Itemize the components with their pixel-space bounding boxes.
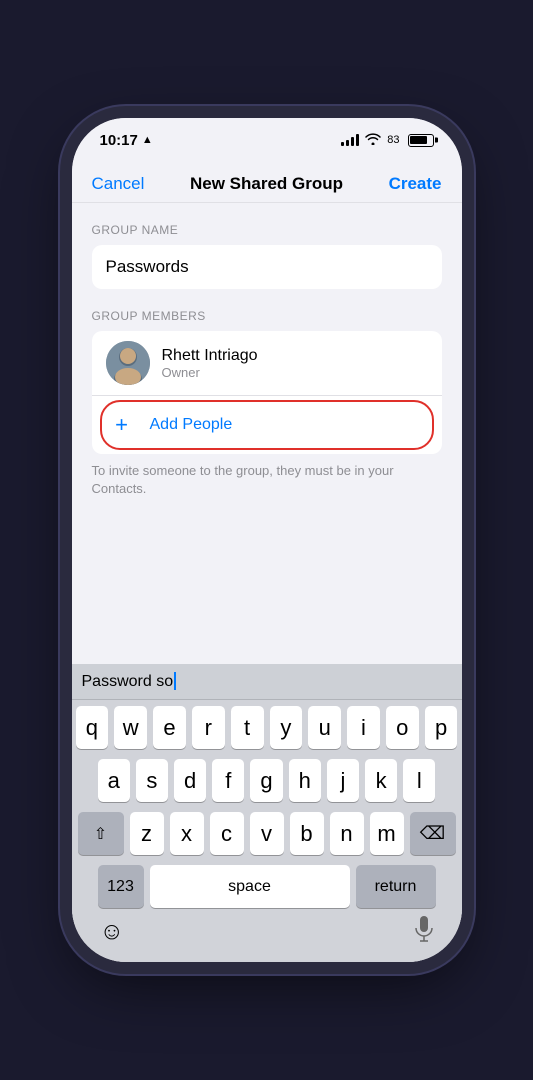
return-button[interactable]: return [356, 865, 436, 908]
phone-frame: 10:17 ▲ 83 Cancel [72, 118, 462, 962]
key-l[interactable]: l [403, 759, 435, 802]
key-d[interactable]: d [174, 759, 206, 802]
key-a[interactable]: a [98, 759, 130, 802]
status-bar: 10:17 ▲ 83 [72, 118, 462, 162]
key-n[interactable]: n [330, 812, 364, 855]
location-arrow-icon: ▲ [142, 134, 153, 146]
add-icon: + [106, 409, 138, 441]
keyboard: Password so q w e r t y u i o p a s [72, 664, 462, 962]
suggestion-value: Password so [82, 673, 174, 690]
plus-icon: + [115, 414, 128, 436]
key-p[interactable]: p [425, 706, 458, 749]
group-name-section: GROUP NAME Passwords [72, 203, 462, 289]
member-row: Rhett Intriago Owner [92, 331, 442, 396]
key-c[interactable]: c [210, 812, 244, 855]
hint-text: To invite someone to the group, they mus… [72, 454, 462, 498]
group-members-label: GROUP MEMBERS [92, 309, 442, 323]
battery-percent: 83 [387, 134, 399, 146]
emoji-button[interactable]: ☺ [100, 918, 125, 946]
page-title: New Shared Group [190, 174, 343, 194]
member-name: Rhett Intriago [162, 347, 258, 365]
member-info: Rhett Intriago Owner [162, 347, 258, 380]
key-b[interactable]: b [290, 812, 324, 855]
time-display: 10:17 [100, 132, 138, 149]
numeric-button[interactable]: 123 [98, 865, 144, 908]
key-j[interactable]: j [327, 759, 359, 802]
key-m[interactable]: m [370, 812, 404, 855]
group-name-label: GROUP NAME [92, 223, 442, 237]
space-button[interactable]: space [150, 865, 350, 908]
group-members-section: GROUP MEMBERS Rhett Intriago Owner [72, 289, 462, 454]
key-v[interactable]: v [250, 812, 284, 855]
nav-bar: Cancel New Shared Group Create [72, 162, 462, 203]
key-t[interactable]: t [231, 706, 264, 749]
key-row-4: 123 space return [76, 865, 458, 908]
signal-icon [341, 134, 359, 146]
key-u[interactable]: u [308, 706, 341, 749]
key-g[interactable]: g [250, 759, 282, 802]
cursor [174, 672, 176, 690]
key-h[interactable]: h [289, 759, 321, 802]
wifi-icon [365, 133, 381, 148]
status-time: 10:17 ▲ [100, 132, 153, 149]
key-x[interactable]: x [170, 812, 204, 855]
key-r[interactable]: r [192, 706, 225, 749]
keyboard-rows: q w e r t y u i o p a s d f g h j [72, 700, 462, 912]
key-row-2: a s d f g h j k l [76, 759, 458, 802]
avatar [106, 341, 150, 385]
key-y[interactable]: y [270, 706, 303, 749]
bottom-bar: ☺ [72, 912, 462, 962]
key-i[interactable]: i [347, 706, 380, 749]
key-row-1: q w e r t y u i o p [76, 706, 458, 749]
members-card: Rhett Intriago Owner + Add People [92, 331, 442, 454]
delete-button[interactable]: ⌫ [410, 812, 456, 855]
microphone-button[interactable] [414, 915, 434, 949]
key-z[interactable]: z [130, 812, 164, 855]
suggestion-bar: Password so [72, 664, 462, 700]
create-button[interactable]: Create [389, 174, 442, 194]
key-s[interactable]: s [136, 759, 168, 802]
cancel-button[interactable]: Cancel [92, 174, 145, 194]
add-people-row[interactable]: + Add People [92, 396, 442, 454]
key-w[interactable]: w [114, 706, 147, 749]
shift-button[interactable]: ⇧ [78, 812, 124, 855]
suggestion-text: Password so [82, 672, 452, 691]
group-name-input[interactable]: Passwords [92, 245, 442, 289]
key-k[interactable]: k [365, 759, 397, 802]
key-q[interactable]: q [76, 706, 109, 749]
key-e[interactable]: e [153, 706, 186, 749]
key-o[interactable]: o [386, 706, 419, 749]
key-row-3: ⇧ z x c v b n m ⌫ [76, 812, 458, 855]
member-role: Owner [162, 365, 258, 380]
status-right: 83 [341, 133, 433, 148]
add-people-label[interactable]: Add People [150, 416, 233, 434]
key-f[interactable]: f [212, 759, 244, 802]
battery-icon [408, 134, 434, 147]
